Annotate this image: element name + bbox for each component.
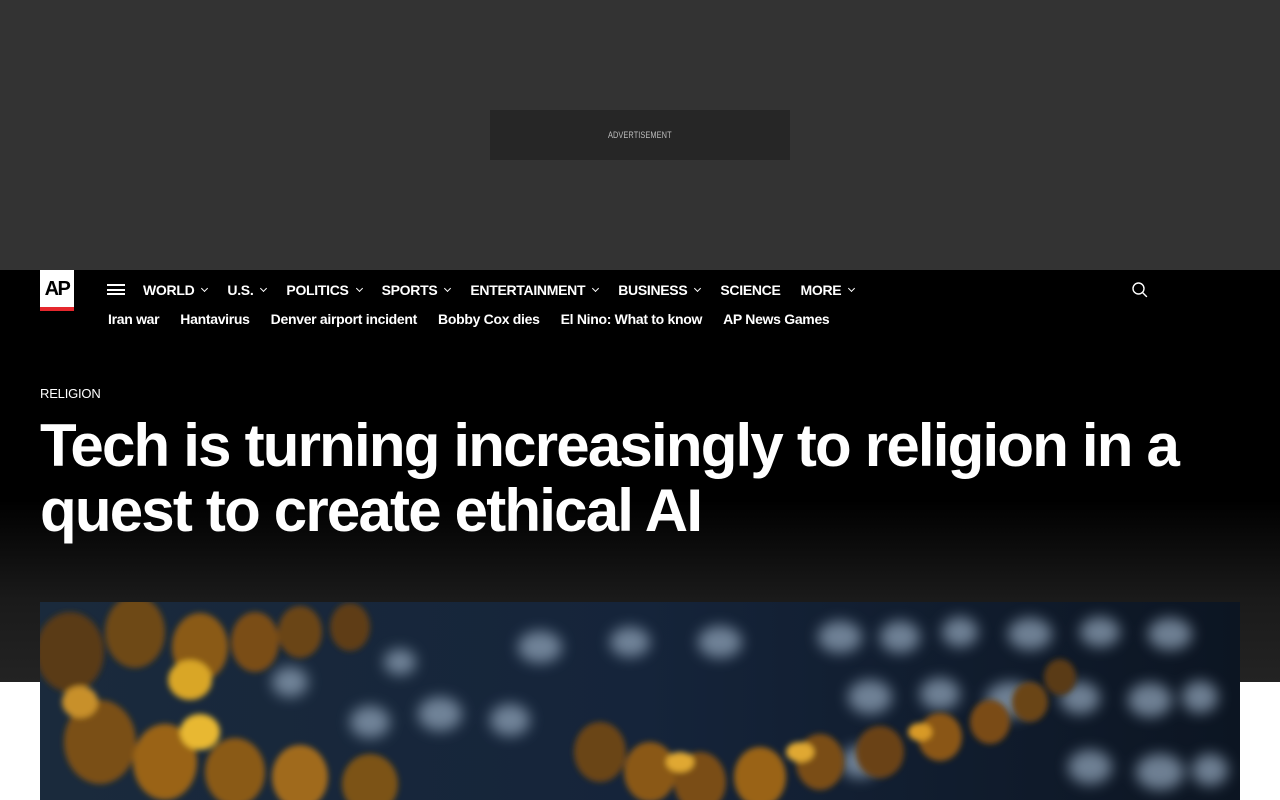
ap-logo[interactable]: AP bbox=[40, 270, 74, 311]
nav-item-more[interactable]: MORE bbox=[800, 282, 856, 298]
advertisement-slot[interactable]: ADVERTISEMENT bbox=[490, 110, 790, 160]
chevron-down-icon bbox=[260, 284, 268, 293]
nav-item-label: ENTERTAINMENT bbox=[470, 282, 586, 298]
advertisement-label: ADVERTISEMENT bbox=[608, 130, 672, 140]
trending-link-el-nino[interactable]: El Nino: What to know bbox=[561, 311, 703, 327]
hamburger-menu-icon[interactable] bbox=[107, 283, 125, 296]
nav-item-label: SPORTS bbox=[381, 282, 438, 298]
chevron-down-icon bbox=[592, 284, 600, 293]
chevron-down-icon bbox=[848, 284, 856, 293]
nav-item-entertainment[interactable]: ENTERTAINMENT bbox=[470, 282, 600, 298]
nav-item-label: POLITICS bbox=[286, 282, 349, 298]
nav-item-us[interactable]: U.S. bbox=[227, 282, 268, 298]
nav-item-sports[interactable]: SPORTS bbox=[381, 282, 452, 298]
chevron-down-icon bbox=[444, 284, 452, 293]
nav-item-label: SCIENCE bbox=[720, 282, 781, 298]
nav-item-world[interactable]: WORLD bbox=[143, 282, 209, 298]
trending-link-iran-war[interactable]: Iran war bbox=[108, 311, 160, 327]
trending-nav: Iran war Hantavirus Denver airport incid… bbox=[108, 309, 850, 329]
advertisement-banner: ADVERTISEMENT bbox=[0, 0, 1280, 270]
nav-item-label: U.S. bbox=[227, 282, 254, 298]
trending-link-hantavirus[interactable]: Hantavirus bbox=[180, 311, 250, 327]
nav-item-science[interactable]: SCIENCE bbox=[720, 282, 780, 298]
hero-image[interactable] bbox=[40, 602, 1240, 800]
search-icon[interactable] bbox=[1131, 281, 1149, 299]
chevron-down-icon bbox=[694, 284, 702, 293]
article-headline: Tech is turning increasingly to religion… bbox=[40, 412, 1180, 544]
nav-item-politics[interactable]: POLITICS bbox=[286, 282, 363, 298]
nav-item-label: BUSINESS bbox=[618, 282, 688, 298]
main-nav: WORLD U.S. POLITICS SPORTS ENTERTAINMENT… bbox=[143, 280, 874, 300]
chevron-down-icon bbox=[201, 284, 209, 293]
nav-item-label: WORLD bbox=[143, 282, 195, 298]
nav-item-business[interactable]: BUSINESS bbox=[618, 282, 702, 298]
trending-link-bobby-cox[interactable]: Bobby Cox dies bbox=[438, 311, 540, 327]
logo-text: AP bbox=[44, 278, 71, 300]
logo-accent-bar bbox=[40, 307, 74, 311]
article-category-link[interactable]: RELIGION bbox=[40, 386, 101, 401]
trending-link-ap-news-games[interactable]: AP News Games bbox=[723, 311, 830, 327]
chevron-down-icon bbox=[355, 284, 363, 293]
trending-link-denver-airport[interactable]: Denver airport incident bbox=[271, 311, 418, 327]
nav-item-label: MORE bbox=[800, 282, 842, 298]
